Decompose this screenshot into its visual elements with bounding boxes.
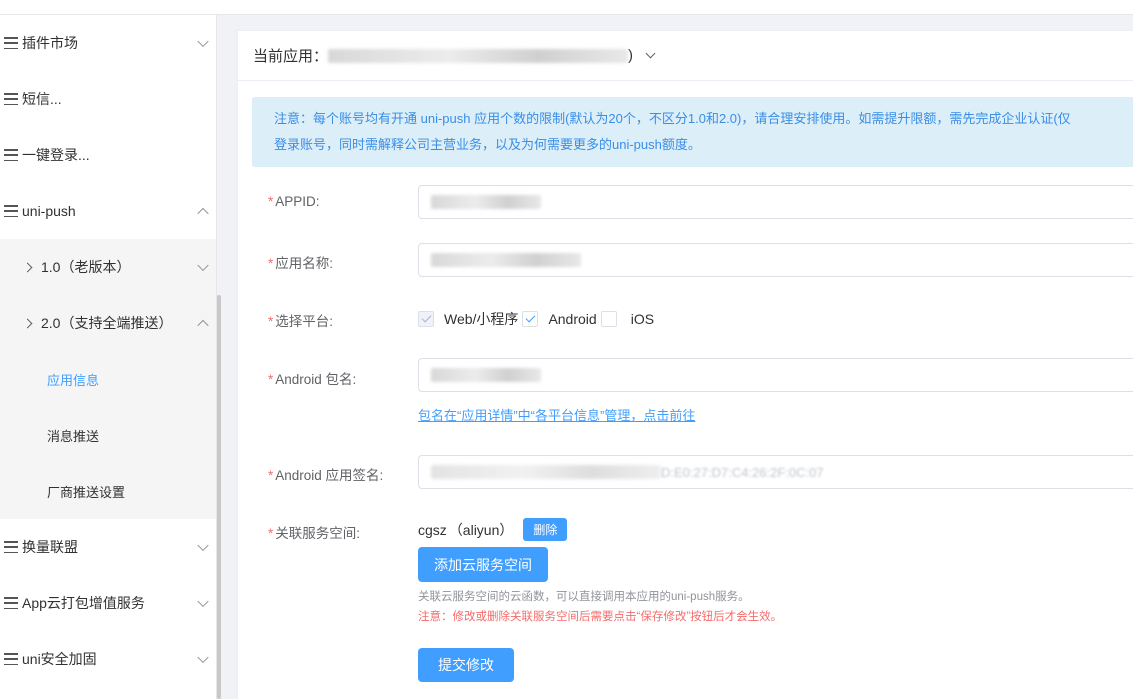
service-space-warning: 注意：修改或删除关联服务空间后需要点击“保存修改”按钮后才会生效。 [418, 611, 783, 623]
app-info-card: 当前应用： ) 注意：每个账号均有开通 uni-push 应用个数的限制(默认为… [237, 30, 1133, 699]
android-signature-field[interactable]: D:E0:27:D7:C4:26:2F:0C:07 [418, 455, 1133, 489]
list-icon [4, 149, 18, 161]
sidebar-item-push-v1[interactable]: 1.0（老版本） [0, 239, 216, 295]
sidebar-item-uni-security[interactable]: uni安全加固 [0, 631, 216, 687]
chevron-up-icon [197, 319, 209, 332]
uni-push-submenu: 1.0（老版本） 2.0（支持全端推送） 应用信息 消息推送 厂商推送设置 [0, 239, 216, 519]
appid-label: * APPID: [268, 194, 320, 209]
platform-option-label: Web/小程序 [444, 311, 519, 327]
sidebar-item-label: 一键登录... [22, 147, 90, 163]
chevron-down-icon [197, 35, 209, 48]
service-space-name: cgsz [418, 521, 447, 538]
app-name-suffix: ) [628, 47, 634, 64]
sidebar-item-app-info[interactable]: 应用信息 [0, 351, 216, 407]
add-cloud-space-button[interactable]: 添加云服务空间 [418, 547, 548, 582]
sidebar-item-label: 插件市场 [22, 35, 78, 51]
app-name-label: * 应用名称: [268, 256, 334, 271]
chevron-right-icon [22, 262, 33, 272]
android-signature-label: * Android 应用签名: [268, 468, 384, 483]
sidebar-item-one-click-login[interactable]: 一键登录... [0, 127, 216, 183]
quota-notice: 注意：每个账号均有开通 uni-push 应用个数的限制(默认为20个，不区分1… [252, 97, 1133, 167]
chevron-down-icon [197, 259, 209, 272]
service-space-provider: （aliyun） [448, 521, 514, 538]
chevron-down-icon [197, 651, 209, 664]
sidebar-item-sms[interactable]: 短信... [0, 71, 216, 127]
android-checkbox[interactable] [522, 311, 539, 327]
redacted-appid [431, 195, 541, 209]
android-package-label: * Android 包名: [268, 372, 357, 387]
list-icon [4, 541, 18, 553]
service-space-hint: 关联云服务空间的云函数，可以直接调用本应用的uni-push服务。 [418, 591, 750, 603]
sidebar-item-label: uni安全加固 [22, 651, 97, 667]
chevron-up-icon [197, 207, 209, 220]
sidebar-item-plugin-market[interactable]: 插件市场 [0, 15, 216, 71]
service-space-label: * 关联服务空间: [268, 526, 361, 541]
top-bar [0, 0, 1133, 15]
sidebar-scrollbar[interactable] [217, 295, 221, 699]
sidebar-item-label: uni-push [22, 203, 76, 219]
delete-space-button[interactable]: 删除 [523, 518, 568, 541]
chevron-down-icon [197, 539, 209, 552]
sidebar-item-cloud-packaging[interactable]: App云打包增值服务 [0, 575, 216, 631]
sidebar-item-push-v2[interactable]: 2.0（支持全端推送） [0, 295, 216, 351]
sidebar-item-message-push[interactable]: 消息推送 [0, 407, 216, 463]
list-icon [4, 93, 18, 105]
sidebar-item-vendor-push-settings[interactable]: 厂商推送设置 [0, 463, 216, 519]
notice-line: 登录账号，同时需解释公司主营业务，以及为何需要更多的uni-push额度。 [274, 137, 701, 152]
chevron-down-icon[interactable] [645, 48, 656, 59]
sidebar: 插件市场 短信... 一键登录... uni-push 1.0（老版本） 2.0… [0, 15, 217, 699]
sidebar-item-label: 换量联盟 [22, 539, 78, 555]
sidebar-item-uni-push[interactable]: uni-push [0, 183, 216, 239]
chevron-down-icon [197, 595, 209, 608]
ios-checkbox[interactable] [600, 311, 617, 327]
chevron-right-icon [22, 318, 33, 328]
package-manage-link[interactable]: 包名在“应用详情”中“各平台信息”管理，点击前往 [418, 405, 695, 424]
list-icon [4, 205, 18, 217]
list-icon [4, 37, 18, 49]
appid-field[interactable] [418, 185, 1133, 219]
web-miniprogram-checkbox[interactable] [418, 311, 434, 327]
sidebar-item-label: 2.0（支持全端推送） [41, 315, 173, 331]
current-app-selector[interactable]: 当前应用： ) [238, 31, 1133, 81]
app-name-field[interactable] [418, 243, 1133, 277]
signature-suffix: D:E0:27:D7:C4:26:2F:0C:07 [661, 464, 824, 480]
platform-label: * 选择平台: [268, 314, 334, 329]
sidebar-item-label: App云打包增值服务 [22, 595, 145, 611]
android-package-field[interactable] [418, 358, 1133, 392]
redacted-package-name [431, 368, 541, 382]
notice-line: 注意：每个账号均有开通 uni-push 应用个数的限制(默认为20个，不区分1… [274, 111, 1071, 126]
list-icon [4, 597, 18, 609]
redacted-signature [431, 465, 661, 479]
list-icon [4, 653, 18, 665]
sidebar-item-label: 短信... [22, 91, 62, 107]
platform-option-label: Android [548, 311, 597, 327]
service-space-entry: cgsz （aliyun） 删除 [418, 518, 568, 541]
current-app-label: 当前应用： [253, 48, 329, 65]
platform-checkboxes: Web/小程序 Android iOS [418, 309, 654, 329]
redacted-app-name [431, 253, 581, 267]
platform-option-label: iOS [630, 311, 655, 327]
sidebar-item-traffic-alliance[interactable]: 换量联盟 [0, 519, 216, 575]
submit-button[interactable]: 提交修改 [418, 648, 514, 682]
sidebar-item-label: 1.0（老版本） [41, 259, 131, 275]
redacted-app-name [328, 48, 629, 63]
